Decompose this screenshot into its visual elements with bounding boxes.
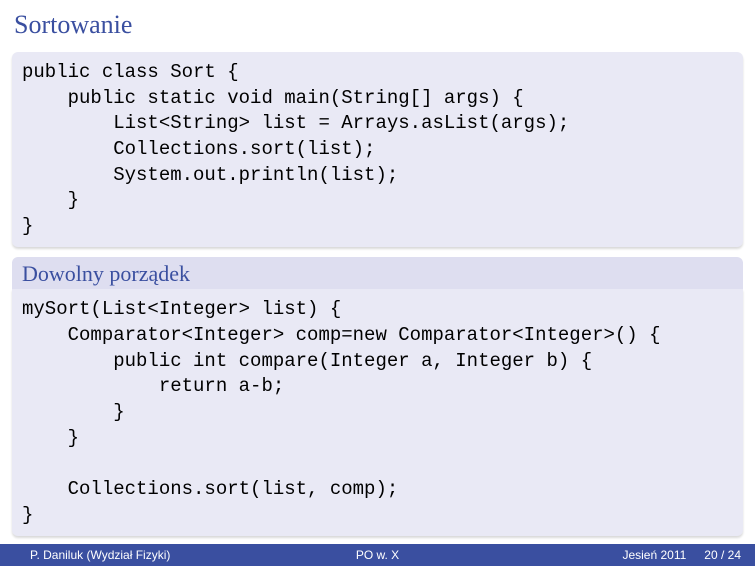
section-title: Dowolny porządek — [22, 261, 733, 287]
slide-title: Sortowanie — [0, 0, 755, 48]
footer-center: PO w. X — [0, 548, 755, 562]
code-block-sort: public class Sort { public static void m… — [12, 52, 743, 247]
section-header: Dowolny porządek — [12, 257, 743, 289]
code-block-comparator: mySort(List<Integer> list) { Comparator<… — [12, 289, 743, 536]
slide-footer: PO w. X P. Daniluk (Wydział Fizyki) Jesi… — [0, 544, 755, 566]
